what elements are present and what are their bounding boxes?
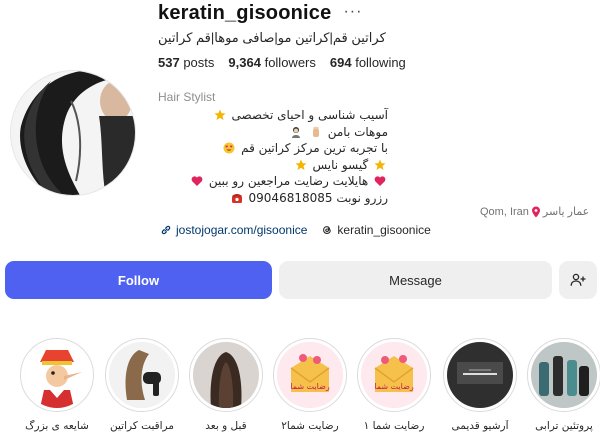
highlight-card-text: رضایت شما <box>290 382 330 391</box>
hand-icon <box>312 126 319 137</box>
highlight-label: رضایت شما ۱ <box>363 420 425 432</box>
full-name: کراتین قم|کراتین مو|صافی موها|قم کراتین <box>158 30 386 45</box>
highlight-label: رضایت شما۲ <box>281 420 339 432</box>
highlight-item[interactable]: مراقبت کراتین <box>103 338 181 432</box>
highlight-item[interactable]: شایعه ی بزرگ <box>18 338 96 432</box>
highlight-item[interactable]: رضایت شما رضایت شما ۱ <box>355 338 433 432</box>
highlight-cover <box>109 342 175 408</box>
add-user-icon <box>570 273 586 286</box>
suggest-users-button[interactable] <box>559 261 597 299</box>
highlight-cover <box>24 342 90 408</box>
bio-line: با تجربه ترین مرکز کراتین قم <box>158 140 388 157</box>
bio-line: رزرو نوبت 09046818085 <box>158 190 388 207</box>
location-street: عمار یاسر <box>542 206 590 218</box>
profile-category: Hair Stylist <box>158 90 216 104</box>
highlight-label: پروتئین ترابی <box>535 420 593 432</box>
heart-icon <box>191 176 203 187</box>
highlight-item[interactable]: پروتئین ترابی <box>525 338 600 432</box>
website-link-text[interactable]: jostojogar.com/gisoonice <box>176 223 307 237</box>
followers-stat[interactable]: 9,364 followers <box>228 55 315 70</box>
highlight-label: آرشیو قدیمی <box>451 420 509 432</box>
heart-eyes-icon <box>223 142 235 154</box>
following-stat[interactable]: 694 following <box>330 55 406 70</box>
highlight-item[interactable]: قبل و بعد <box>187 338 265 432</box>
highlight-card-text: رضایت شما <box>374 382 414 391</box>
follow-button[interactable]: Follow <box>5 261 272 299</box>
highlight-cover: رضایت شما <box>361 342 427 408</box>
highlight-cover <box>531 342 597 408</box>
bio-line: آسیب شناسی و احیای تخصصی <box>158 107 388 124</box>
profile-stats: 537 posts 9,364 followers 694 following <box>158 55 406 70</box>
more-options-icon[interactable]: ··· <box>343 3 362 21</box>
bio: آسیب شناسی و احیای تخصصی موهات بامن با ت… <box>158 107 388 207</box>
highlight-cover: رضایت شما <box>277 342 343 408</box>
profile-avatar[interactable] <box>10 70 136 196</box>
highlight-cover <box>193 342 259 408</box>
story-highlights: پروتئین ترابی آرشیو قدیمی رضایت شما رضای… <box>0 338 600 440</box>
highlight-label: قبل و بعد <box>205 420 247 432</box>
website-link[interactable]: jostojogar.com/gisoonice <box>160 223 307 237</box>
bio-line: هایلایت رضایت مراجعین رو ببین <box>158 173 388 190</box>
bio-line: گیسو نایس <box>158 157 388 174</box>
threads-link[interactable]: keratin_gisoonice <box>321 223 431 237</box>
person-icon <box>292 126 301 138</box>
star-icon <box>374 159 386 170</box>
link-icon <box>161 225 171 235</box>
threads-icon <box>323 226 332 234</box>
posts-stat[interactable]: 537 posts <box>158 55 214 70</box>
message-button[interactable]: Message <box>279 261 552 299</box>
username: keratin_gisoonice <box>158 2 332 24</box>
location-pin-icon <box>531 206 540 217</box>
highlight-item[interactable]: آرشیو قدیمی <box>441 338 519 432</box>
location-city: Qom, Iran <box>480 205 529 218</box>
threads-handle[interactable]: keratin_gisoonice <box>337 223 430 237</box>
username-row: keratin_gisoonice ··· <box>158 2 362 25</box>
location: Qom, Iran عمار یاسر <box>480 205 590 219</box>
telephone-icon <box>231 193 242 203</box>
highlight-cover <box>447 342 513 408</box>
profile-links: jostojogar.com/gisoonice keratin_gisooni… <box>160 223 431 237</box>
bio-line: موهات بامن <box>158 124 388 141</box>
highlight-label: مراقبت کراتین <box>110 420 174 432</box>
highlight-label: شایعه ی بزرگ <box>25 420 89 432</box>
heart-icon <box>374 176 386 187</box>
highlight-item[interactable]: رضایت شما رضایت شما۲ <box>271 338 349 432</box>
star-icon <box>295 159 307 170</box>
star-icon <box>214 109 226 120</box>
